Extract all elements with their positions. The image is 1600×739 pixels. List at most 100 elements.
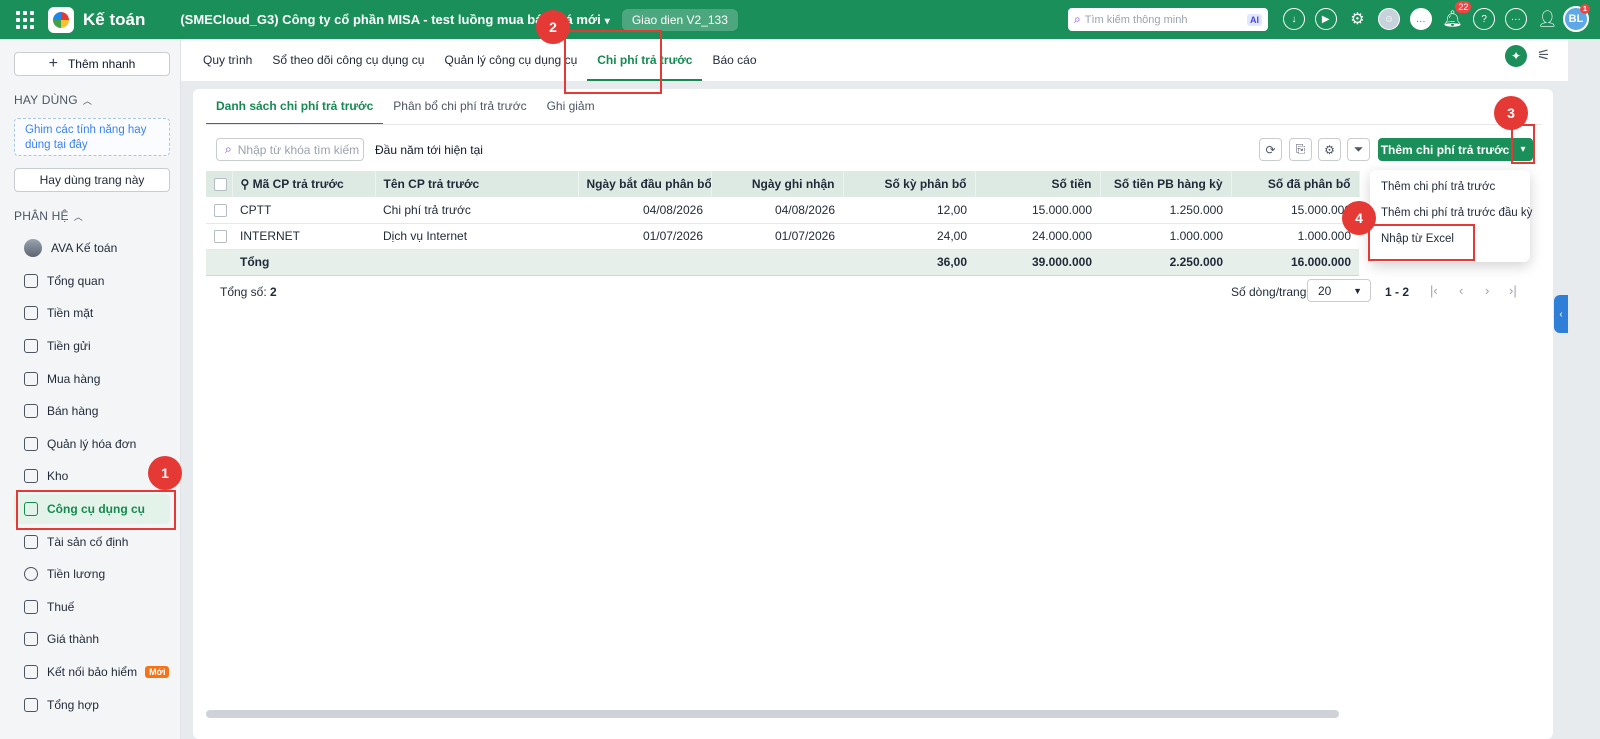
notification-count-badge: 22 <box>1455 1 1472 13</box>
divider <box>206 124 1542 125</box>
pin-hint-box: Ghim các tính năng hay dùng tại đây <box>14 118 170 156</box>
refresh-icon: ⟳ <box>1265 142 1276 157</box>
invoice-icon <box>24 437 38 451</box>
table-cell: CPTT <box>232 197 375 224</box>
total-cell: 36,00 <box>843 249 975 276</box>
table-row[interactable]: INTERNET Dịch vụ Internet 01/07/2026 01/… <box>206 223 1359 250</box>
column-header-label: Mã CP trả trước <box>252 177 344 191</box>
sidebar-item-ava[interactable]: AVA Kế toán <box>14 233 170 263</box>
horizontal-scrollbar[interactable] <box>206 710 1339 718</box>
export-icon: ⎘ <box>1295 142 1306 156</box>
quick-add-button[interactable]: + Thêm nhanh <box>14 52 170 76</box>
ai-badge: AI <box>1247 13 1262 26</box>
sidebar-item-cash[interactable]: Tiền mặt <box>14 298 170 328</box>
column-header[interactable]: Số tiền <box>975 171 1101 197</box>
tab-tool-ledger[interactable]: Sổ theo dõi công cụ dụng cụ <box>262 53 434 81</box>
table-cell: 12,00 <box>843 197 975 224</box>
sidebar-item-tax[interactable]: Thuế <box>14 592 170 622</box>
cart-icon <box>24 404 38 418</box>
modules-section-header[interactable]: PHÂN HỆ ︿ <box>14 209 83 223</box>
row-checkbox[interactable] <box>206 223 232 250</box>
help-icon[interactable]: ? <box>1473 8 1496 30</box>
sidebar-item-label: Thuế <box>47 600 75 614</box>
collapse-panel-icon[interactable]: ‹ <box>1554 295 1568 333</box>
tab-process[interactable]: Quy trình <box>193 53 262 81</box>
use-this-page-button[interactable]: Hay dùng trang này <box>14 168 170 192</box>
smart-search-input[interactable]: ⌕ Tìm kiếm thông minh AI <box>1068 8 1268 31</box>
sidebar-item-summary[interactable]: Tổng hợp <box>14 690 170 720</box>
keyword-search-placeholder: Nhập từ khóa tìm kiếm <box>237 142 360 157</box>
misa-logo-icon <box>48 6 74 33</box>
bell-icon[interactable]: 🔔︎ 22 <box>1441 1 1472 30</box>
app-grid-icon[interactable] <box>16 10 34 29</box>
prev-page-icon[interactable]: ‹ <box>1459 283 1463 298</box>
sidebar-item-deposit[interactable]: Tiền gửi <box>14 331 170 361</box>
table-cell: 01/07/2026 <box>711 223 843 250</box>
ledger-icon <box>24 698 38 712</box>
period-filter[interactable]: Đầu năm tới hiện tại <box>375 143 483 157</box>
module-tabs: Quy trình Sổ theo dõi công cụ dụng cụ Qu… <box>181 39 1568 81</box>
subtab-prepaid-list[interactable]: Danh sách chi phí trả trước <box>206 99 384 125</box>
sidebar-item-payroll[interactable]: Tiền lương <box>14 559 170 589</box>
tab-reports[interactable]: Báo cáo <box>702 53 766 81</box>
top-icon-group: ↓ ▶ ⚙ ☺ … 🔔︎ 22 ? ··· 👤︎ <box>1283 1 1568 30</box>
settings-button[interactable]: ⚙ <box>1318 138 1341 161</box>
column-header[interactable]: ⚲ Mã CP trả trước <box>232 171 376 197</box>
play-icon[interactable]: ▶ <box>1314 8 1337 30</box>
sidebar-item-fixed-assets[interactable]: Tài sản cố định <box>14 527 170 557</box>
sidebar-item-costing[interactable]: Giá thành <box>14 624 170 654</box>
select-all-checkbox[interactable] <box>206 171 233 197</box>
page-range: 1 - 2 <box>1385 285 1410 299</box>
column-header[interactable]: Ngày bắt đầu phân bổ <box>578 171 712 197</box>
column-header[interactable]: Ngày ghi nhận <box>711 171 844 197</box>
keyword-search-input[interactable]: ⌕ Nhập từ khóa tìm kiếm <box>216 138 364 161</box>
next-page-icon[interactable]: › <box>1485 283 1489 298</box>
lightbulb-icon[interactable]: ✦ <box>1505 45 1527 67</box>
download-icon[interactable]: ↓ <box>1283 8 1305 30</box>
sidebar-item-label: AVA Kế toán <box>51 241 118 255</box>
subtab-write-down[interactable]: Ghi giảm <box>537 99 605 125</box>
sidebar-item-label: Mua hàng <box>47 372 101 386</box>
table-row[interactable]: CPTT Chi phí trả trước 04/08/2026 04/08/… <box>206 197 1359 224</box>
column-header[interactable]: Số đã phân bổ <box>1231 171 1360 197</box>
menu-item-add-opening-prepaid[interactable]: Thêm chi phí trả trước đầu kỳ <box>1381 207 1532 219</box>
row-checkbox[interactable] <box>206 197 232 224</box>
user-avatar[interactable]: BL 1 <box>1563 4 1590 32</box>
table-cell <box>375 249 578 276</box>
tax-icon <box>24 600 38 614</box>
last-page-icon[interactable]: ›| <box>1509 283 1517 298</box>
menu-item-add-prepaid[interactable]: Thêm chi phí trả trước <box>1381 181 1495 193</box>
column-header[interactable]: Số tiền PB hàng kỳ <box>1100 171 1232 197</box>
favorites-section-header[interactable]: HAY DÙNG ︿ <box>14 93 92 107</box>
column-header[interactable]: Tên CP trả trước <box>375 171 579 197</box>
refresh-button[interactable]: ⟳ <box>1259 138 1282 161</box>
column-header[interactable]: Số kỳ phân bổ <box>843 171 976 197</box>
sidebar-item-label: Tiền lương <box>47 567 106 581</box>
add-prepaid-expense-button[interactable]: Thêm chi phí trả trước <box>1378 138 1512 161</box>
record-count-value: 2 <box>270 285 277 299</box>
sidebar-item-warehouse[interactable]: Kho <box>14 461 170 491</box>
user-icon[interactable]: 👤︎ <box>1537 8 1559 30</box>
subtab-allocation[interactable]: Phân bổ chi phí trả trước <box>383 99 536 125</box>
sidebar-item-sales[interactable]: Bán hàng <box>14 396 170 426</box>
chevron-down-icon: ▼ <box>1353 285 1362 296</box>
first-page-icon[interactable]: |‹ <box>1430 283 1438 298</box>
assistant-avatar-icon[interactable]: ☺ <box>1378 8 1401 30</box>
sidebar-item-insurance[interactable]: Kết nối bảo hiểm Mới <box>14 657 170 687</box>
sidebar-item-purchase[interactable]: Mua hàng <box>14 364 170 394</box>
filter-button[interactable]: ⏷ <box>1347 138 1370 161</box>
quick-add-label: Thêm nhanh <box>67 57 136 71</box>
ava-avatar-icon <box>24 239 42 257</box>
rows-per-page-label: Số dòng/trang <box>1231 285 1307 299</box>
rows-per-page-select[interactable]: 20 ▼ <box>1307 279 1371 302</box>
sidebar-item-label: Tổng quan <box>47 274 105 288</box>
more-icon[interactable]: ··· <box>1504 8 1527 30</box>
gear-icon[interactable]: ⚙ <box>1346 8 1368 30</box>
chat-icon[interactable]: … <box>1409 8 1432 30</box>
sidebar-item-overview[interactable]: Tổng quan <box>14 266 170 296</box>
settings-sliders-icon[interactable]: ⚟ <box>1537 46 1550 64</box>
export-button[interactable]: ⎘ <box>1289 138 1312 161</box>
sidebar-item-invoices[interactable]: Quản lý hóa đơn <box>14 429 170 459</box>
app-name: Kế toán <box>83 9 146 29</box>
sidebar-item-label: Giá thành <box>47 632 100 646</box>
